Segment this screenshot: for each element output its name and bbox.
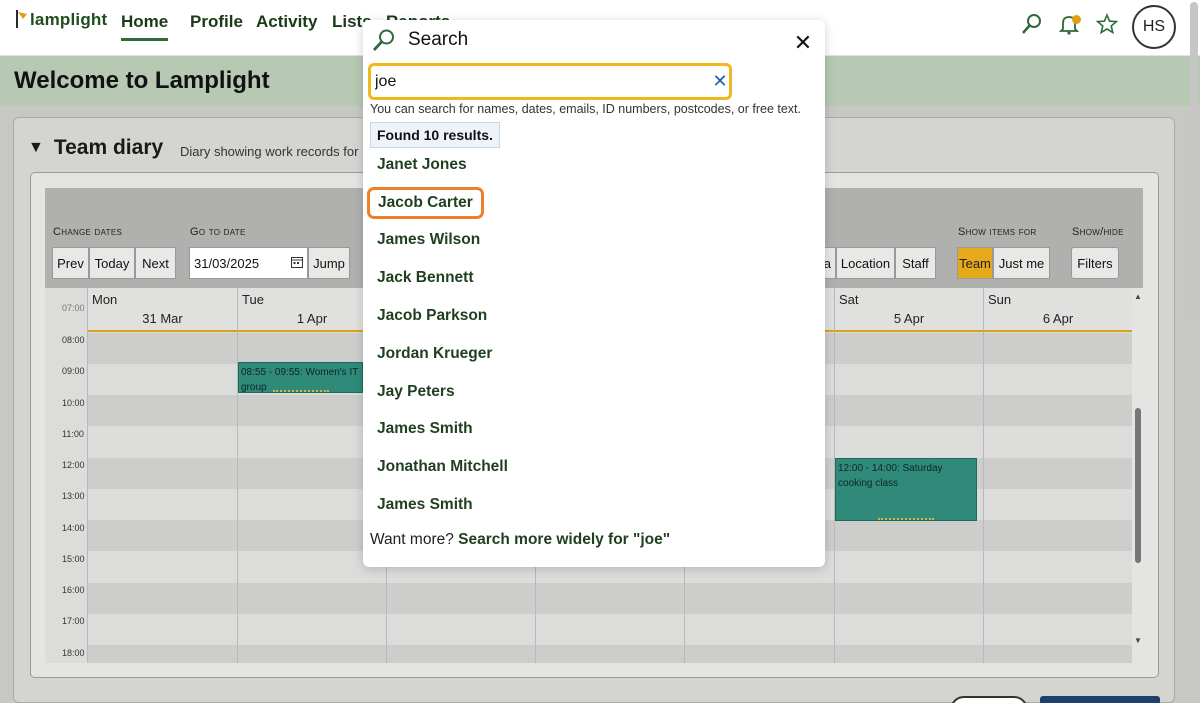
location-button[interactable]: Location: [836, 247, 895, 279]
search-result[interactable]: Jay Peters: [377, 383, 455, 401]
search-more-row: Want more? Search more widely for "joe": [370, 531, 670, 549]
time-label: 09:00: [62, 366, 85, 376]
search-result[interactable]: James Smith: [377, 496, 473, 514]
logo-text: lamplight: [30, 10, 108, 29]
time-row: [87, 645, 1132, 663]
diary-event[interactable]: 12:00 - 14:00: Saturday cooking class: [835, 458, 977, 521]
lamp-logo-icon: [14, 10, 28, 30]
team-diary-subtitle: Diary showing work records for: [180, 144, 359, 159]
column-divider: [87, 332, 88, 663]
time-label: 18:00: [62, 648, 85, 658]
search-result[interactable]: Jonathan Mitchell: [377, 458, 508, 476]
search-dialog-title: Search: [408, 29, 469, 50]
time-label: 16:00: [62, 585, 85, 595]
day-header-sat: Sat 5 Apr: [834, 288, 983, 332]
notification-dot: [1072, 15, 1081, 24]
search-more-prefix: Want more?: [370, 531, 454, 548]
bottom-primary-button[interactable]: [1040, 696, 1160, 703]
staff-button[interactable]: Staff: [895, 247, 936, 279]
time-label: 15:00: [62, 554, 85, 564]
prev-button[interactable]: Prev: [52, 247, 89, 279]
time-label: 14:00: [62, 523, 85, 533]
team-toggle[interactable]: Team: [957, 247, 993, 279]
search-result[interactable]: Jordan Krueger: [377, 345, 492, 363]
bell-icon[interactable]: [1056, 11, 1082, 37]
just-me-toggle[interactable]: Just me: [993, 247, 1050, 279]
search-result[interactable]: Jacob Parkson: [377, 307, 487, 325]
search-result[interactable]: James Wilson: [377, 231, 480, 249]
nav-profile[interactable]: Profile: [190, 12, 243, 32]
day-name: Mon: [92, 292, 118, 307]
time-label: 07:00: [62, 303, 85, 313]
search-result[interactable]: Janet Jones: [377, 156, 467, 174]
results-count-badge: Found 10 results.: [370, 122, 500, 148]
clear-search-icon[interactable]: ✕: [711, 71, 729, 91]
calendar-icon[interactable]: [291, 256, 303, 271]
time-row: [87, 614, 1132, 645]
event-resize-handle[interactable]: [878, 517, 934, 520]
team-diary-title: Team diary: [53, 136, 164, 159]
time-label: 13:00: [62, 491, 85, 501]
team-diary-heading[interactable]: ▼ Team diary: [28, 136, 163, 160]
time-label: 17:00: [62, 616, 85, 626]
bottom-secondary-button[interactable]: [950, 696, 1028, 703]
search-icon[interactable]: [1019, 11, 1045, 37]
date-input-value: 31/03/2025: [194, 255, 260, 271]
column-divider: [983, 332, 984, 663]
day-header-mon: Mon 31 Mar: [87, 288, 237, 332]
diary-event[interactable]: 08:55 - 09:55: Women's IT group: [238, 362, 363, 393]
next-button[interactable]: Next: [135, 247, 176, 279]
search-dialog: Search ✕ ✕ You can search for names, dat…: [363, 20, 825, 567]
time-label: 11:00: [62, 429, 84, 439]
search-hint: You can search for names, dates, emails,…: [370, 102, 801, 116]
day-name: Tue: [242, 292, 264, 307]
date-input[interactable]: 31/03/2025: [189, 247, 308, 279]
day-date: 5 Apr: [893, 311, 925, 326]
user-avatar[interactable]: HS: [1132, 5, 1176, 49]
scroll-down-icon[interactable]: ▼: [1134, 636, 1142, 645]
show-hide-label: Show/hide: [1072, 226, 1124, 238]
today-button[interactable]: Today: [89, 247, 135, 279]
search-input[interactable]: [373, 68, 703, 95]
scrollbar-thumb[interactable]: [1135, 408, 1141, 563]
lamplight-logo[interactable]: lamplight: [14, 10, 107, 30]
time-label: 12:00: [62, 460, 85, 470]
search-more-widely-link[interactable]: Search more widely for "joe": [458, 531, 670, 548]
page-title: Welcome to Lamplight: [14, 67, 270, 94]
search-result[interactable]: James Smith: [377, 420, 473, 438]
day-date: 6 Apr: [1042, 311, 1074, 326]
scroll-up-icon[interactable]: ▲: [1134, 292, 1142, 301]
search-input-wrapper: ✕: [368, 63, 732, 100]
event-resize-handle[interactable]: [272, 389, 329, 392]
time-label: 10:00: [62, 398, 85, 408]
time-row: [87, 583, 1132, 614]
nav-activity[interactable]: Activity: [256, 12, 317, 32]
star-icon[interactable]: [1094, 11, 1120, 37]
day-name: Sun: [988, 292, 1012, 307]
close-icon[interactable]: ✕: [791, 31, 815, 55]
go-to-date-label: Go to date: [190, 226, 246, 238]
day-date: 31 Mar: [142, 311, 183, 326]
search-result[interactable]: Jack Bennett: [377, 269, 473, 287]
change-dates-label: Change dates: [53, 226, 123, 238]
filters-button[interactable]: Filters: [1071, 247, 1119, 279]
search-result-highlighted[interactable]: Jacob Carter: [367, 187, 484, 219]
day-name: Sat: [839, 292, 859, 307]
show-items-label: Show items for: [958, 226, 1037, 238]
calendar-scrollbar[interactable]: ▲ ▼: [1133, 290, 1143, 663]
jump-button[interactable]: Jump: [308, 247, 350, 279]
nav-home[interactable]: Home: [121, 12, 169, 41]
search-icon: [372, 28, 396, 52]
page-scrollbar-thumb[interactable]: [1190, 2, 1198, 322]
day-header-sun: Sun 6 Apr: [983, 288, 1132, 332]
time-label: 08:00: [62, 335, 85, 345]
event-text: 12:00 - 14:00: Saturday cooking class: [838, 463, 943, 489]
collapse-caret-icon[interactable]: ▼: [28, 139, 44, 157]
